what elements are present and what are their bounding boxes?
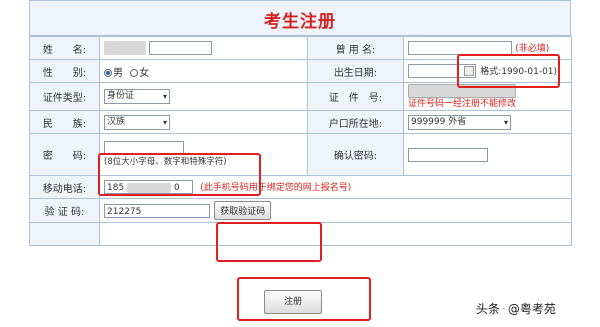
hukou-select[interactable]: 999999 外省 ▾ — [408, 114, 511, 130]
form-header: 考生注册 — [29, 0, 571, 36]
watermark-platform: 头条 — [476, 302, 501, 316]
highlight-register — [237, 277, 371, 321]
spacer-cell — [99, 222, 572, 246]
watermark: 头条 · @粤考苑 — [476, 302, 556, 316]
former-name-note: (非必填) — [515, 44, 550, 54]
birth-label: 出生日期: — [307, 59, 404, 83]
id-type-label: 证件类型: — [29, 82, 100, 111]
hukou-label: 户口所在地: — [307, 110, 404, 134]
name-blurred — [104, 41, 146, 55]
highlight-password — [98, 153, 261, 196]
former-name-label: 曾 用 名: — [307, 36, 404, 60]
chevron-down-icon: ▾ — [162, 117, 167, 127]
ethnicity-label: 民 族: — [29, 110, 100, 134]
chevron-down-icon: ▾ — [162, 92, 167, 101]
highlight-birth-format — [457, 54, 560, 88]
former-name-input[interactable] — [408, 41, 512, 55]
gender-female-radio[interactable] — [130, 68, 139, 77]
id-no-label: 证 件 号: — [307, 82, 404, 111]
watermark-author: @粤考苑 — [507, 302, 556, 316]
ethnicity-select[interactable]: 汉族 ▾ — [104, 114, 170, 130]
spacer-cell — [29, 222, 100, 246]
hukou-value: 999999 外省 — [411, 116, 467, 127]
gender-female-label: 女 — [139, 67, 150, 79]
gender-label: 性 别: — [29, 59, 100, 83]
id-no-note: 证件号码一经注册不能修改 — [408, 98, 517, 109]
get-code-button[interactable]: 获取验证码 — [214, 201, 272, 220]
gender-male-label: 男 — [113, 67, 123, 79]
gender-male-radio[interactable] — [104, 68, 112, 77]
password-label: 密 码: — [29, 133, 100, 176]
code-label: 验 证 码: — [29, 198, 100, 223]
code-input[interactable]: 212275 — [104, 204, 210, 218]
highlight-get-code — [216, 222, 322, 262]
name-label: 姓 名: — [29, 36, 100, 60]
page-title: 考生注册 — [264, 12, 336, 32]
id-type-value: 身份证 — [107, 91, 135, 101]
id-type-select[interactable]: 身份证 ▾ — [104, 89, 170, 104]
phone-label: 移动电话: — [29, 175, 100, 199]
ethnicity-value: 汉族 — [107, 116, 126, 127]
code-value: 212275 — [107, 207, 142, 217]
confirm-password-input[interactable] — [408, 147, 488, 162]
confirm-password-label: 确认密码: — [307, 133, 404, 176]
name-input[interactable] — [149, 41, 213, 55]
chevron-down-icon: ▾ — [503, 117, 508, 127]
